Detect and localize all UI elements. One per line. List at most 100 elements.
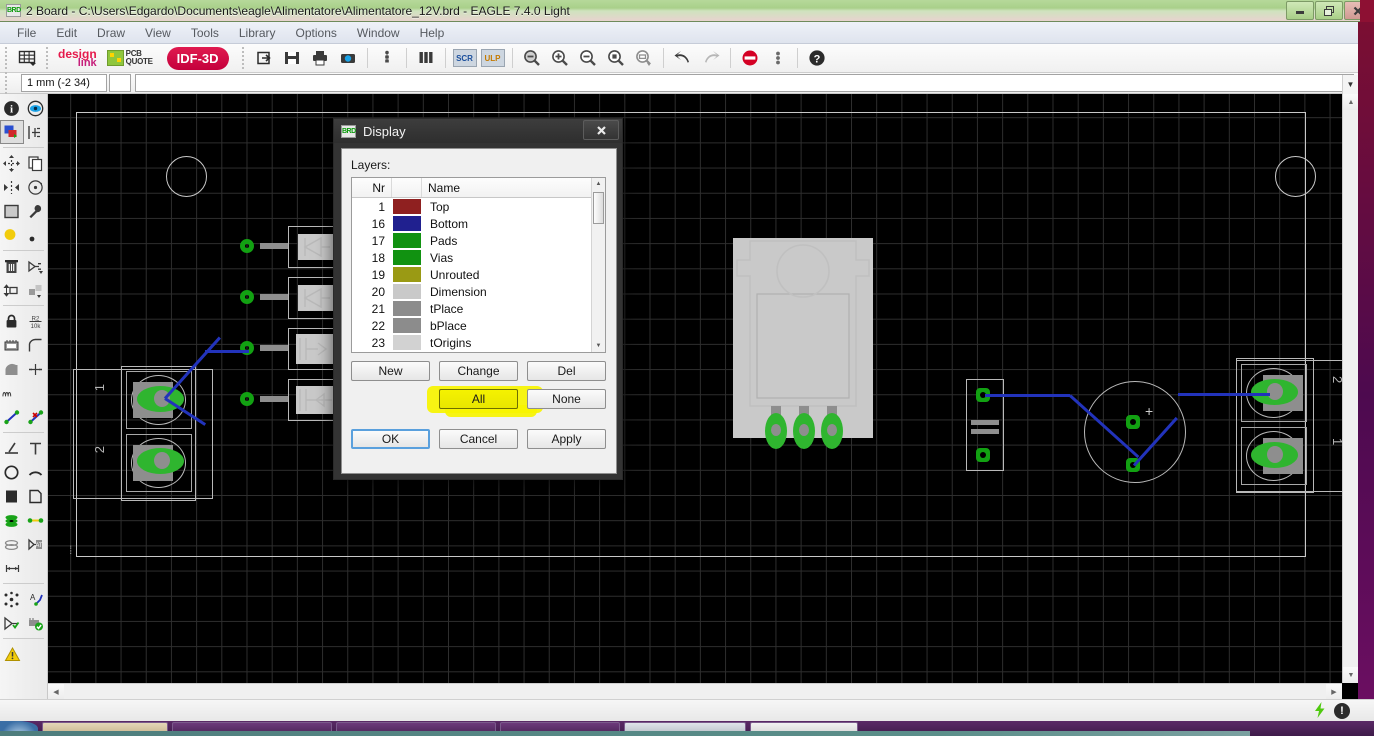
canvas-vertical-scrollbar[interactable]: ▲ ▼ [1342, 94, 1359, 683]
select-all-layers-button[interactable]: All [439, 389, 518, 409]
grid-icon[interactable] [14, 46, 40, 70]
print-icon[interactable] [307, 46, 333, 70]
dimension-icon[interactable] [0, 556, 24, 580]
wire-icon[interactable] [0, 436, 24, 460]
layer-row[interactable]: 16 Bottom [352, 215, 591, 232]
toolbar-grip[interactable] [4, 47, 9, 69]
menu-edit[interactable]: Edit [47, 24, 86, 42]
change-icon[interactable] [24, 199, 48, 223]
menu-draw[interactable]: Draw [88, 24, 134, 42]
new-layer-button[interactable]: New [351, 361, 430, 381]
delete-layer-button[interactable]: Del [527, 361, 606, 381]
restore-button[interactable] [1315, 1, 1343, 20]
canvas-horizontal-scrollbar[interactable]: ◀ ▶ [48, 683, 1342, 700]
layer-color-swatch[interactable] [393, 318, 421, 333]
via-icon[interactable] [0, 508, 24, 532]
idf-3d-button[interactable]: IDF-3D [166, 46, 229, 70]
toolbar-grip-3[interactable] [240, 47, 246, 69]
zoom-out-icon[interactable] [575, 46, 601, 70]
minimize-button[interactable] [1286, 1, 1314, 20]
design-link-button[interactable]: design link [58, 48, 97, 69]
dot-icon[interactable] [24, 223, 48, 247]
dialog-close-button[interactable] [583, 120, 619, 140]
lock-icon[interactable] [0, 309, 24, 333]
layer-row[interactable]: 1 Top [352, 198, 591, 215]
help-icon[interactable]: ? [804, 46, 830, 70]
camera-icon[interactable] [335, 46, 361, 70]
hscroll-right-button[interactable]: ▶ [1326, 684, 1342, 700]
group-icon[interactable] [0, 199, 24, 223]
layer-color-swatch[interactable] [393, 301, 421, 316]
layer-row[interactable]: 23 tOrigins [352, 334, 591, 351]
scr-button[interactable]: SCR [452, 46, 478, 70]
layers-table[interactable]: Nr Name 1 Top 16 Bottom 17 Pads 18 Vias 19 Unrout… [351, 177, 606, 353]
layer-row[interactable]: 18 Vias [352, 249, 591, 266]
layer-color-swatch[interactable] [393, 250, 421, 265]
layer-color-swatch[interactable] [393, 335, 421, 350]
ulp-button[interactable]: ULP [480, 46, 506, 70]
redo-icon[interactable] [698, 46, 724, 70]
menu-options[interactable]: Options [287, 24, 346, 42]
apply-button[interactable]: Apply [527, 429, 606, 449]
delete-icon[interactable] [0, 254, 24, 278]
add-part-icon[interactable] [24, 254, 48, 278]
vscroll-up-button[interactable]: ▲ [1343, 94, 1359, 110]
menu-tools[interactable]: Tools [182, 24, 228, 42]
layer-row[interactable]: 20 Dimension [352, 283, 591, 300]
menu-help[interactable]: Help [411, 24, 454, 42]
pinswap-icon[interactable] [0, 278, 24, 302]
display-layers-icon[interactable] [0, 120, 24, 144]
drc-icon[interactable] [0, 587, 24, 611]
package-icon[interactable] [24, 333, 48, 357]
show-icon[interactable] [24, 96, 48, 120]
coordbar-grip[interactable] [4, 72, 9, 94]
stop-icon[interactable] [737, 46, 763, 70]
attribute-icon[interactable]: AT [24, 532, 48, 556]
layer-color-swatch[interactable] [393, 199, 421, 214]
ripup-icon[interactable] [24, 405, 48, 429]
errors-icon[interactable] [24, 611, 48, 635]
vscroll-down-button[interactable]: ▼ [1343, 667, 1359, 683]
menu-window[interactable]: Window [348, 24, 409, 42]
rect-icon[interactable] [0, 484, 24, 508]
replace-icon[interactable] [24, 278, 48, 302]
arc-icon[interactable] [24, 357, 48, 381]
layers-table-rows[interactable]: 1 Top 16 Bottom 17 Pads 18 Vias 19 Unrouted 20 Dime… [352, 198, 591, 352]
autoroute-icon[interactable]: A [24, 587, 48, 611]
rotate-icon[interactable] [24, 175, 48, 199]
layer-row[interactable]: 17 Pads [352, 232, 591, 249]
cancel-button[interactable]: Cancel [439, 429, 518, 449]
layer-color-swatch[interactable] [393, 216, 421, 231]
hole-icon[interactable] [0, 532, 24, 556]
toolbar-grip-2[interactable] [45, 47, 50, 69]
pcb-quote-button[interactable]: PCB QUOTE [106, 50, 153, 66]
value-icon[interactable]: R2 10k [24, 309, 48, 333]
warning-icon[interactable] [0, 642, 24, 666]
hscroll-left-button[interactable]: ◀ [48, 684, 64, 700]
layers-table-scrollbar[interactable]: ▲ ▼ [591, 178, 605, 352]
text-icon[interactable] [24, 436, 48, 460]
power-bolt-icon[interactable] [1312, 701, 1328, 722]
ok-button[interactable]: OK [351, 429, 430, 449]
board-canvas[interactable]: 1 2 + 2 1 ⁞ [48, 94, 1342, 683]
pad-icon[interactable] [24, 508, 48, 532]
coordinate-extra-field[interactable] [109, 74, 131, 92]
save-icon[interactable] [279, 46, 305, 70]
more-icon[interactable] [765, 46, 791, 70]
arc2-icon[interactable] [24, 460, 48, 484]
erc-icon[interactable] [0, 611, 24, 635]
polygon2-icon[interactable] [24, 484, 48, 508]
copy-icon[interactable] [24, 151, 48, 175]
route-icon[interactable] [0, 405, 24, 429]
ratsnest-icon[interactable] [0, 357, 24, 381]
menu-library[interactable]: Library [230, 24, 285, 42]
paste-icon[interactable] [0, 223, 24, 247]
layers-scroll-down-button[interactable]: ▼ [592, 340, 605, 352]
move-icon[interactable] [0, 151, 24, 175]
layers-scroll-thumb[interactable] [593, 192, 604, 224]
command-input[interactable] [135, 74, 1354, 92]
layers-scroll-up-button[interactable]: ▲ [592, 178, 605, 190]
mirror-icon[interactable] [0, 175, 24, 199]
change-layer-button[interactable]: Change [439, 361, 518, 381]
layer-row[interactable]: 24 bOrigins [352, 351, 591, 352]
